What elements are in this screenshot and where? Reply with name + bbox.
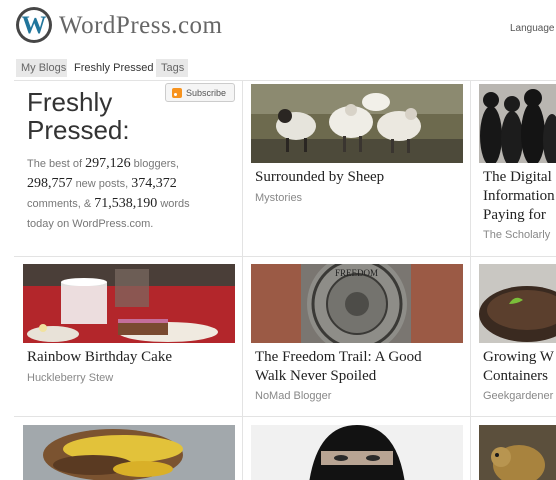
- post-thumbnail-cake[interactable]: [23, 264, 235, 343]
- tab-my-blogs[interactable]: My Blogs: [16, 59, 67, 77]
- post-blog-name[interactable]: Mystories: [255, 192, 302, 204]
- post-blog-name[interactable]: Huckleberry Stew: [27, 372, 113, 384]
- post-title[interactable]: Paying for: [483, 206, 546, 225]
- words-count: 71,538,190: [94, 196, 158, 211]
- post-thumbnail-freedom-trail[interactable]: FREEDOM: [251, 264, 463, 343]
- wordmark-text: WordPress.com: [59, 12, 223, 39]
- post-blog-name[interactable]: Geekgardener: [483, 390, 553, 402]
- freshly-pressed-intro: Freshly Pressed: Subscribe The best of 2…: [14, 80, 242, 256]
- grid-divider: [14, 256, 556, 257]
- post-card[interactable]: [479, 425, 556, 480]
- site-header: W WordPress.com Language: [0, 0, 556, 52]
- post-card[interactable]: [251, 425, 463, 480]
- posts-count: 298,757: [27, 176, 73, 191]
- tab-tags[interactable]: Tags: [156, 59, 188, 77]
- wordpress-logo-icon[interactable]: W: [16, 7, 52, 43]
- post-title[interactable]: Walk Never Spoiled: [255, 367, 376, 386]
- post-title[interactable]: Containers: [483, 367, 548, 386]
- post-card[interactable]: Growing W Containers Geekgardener: [479, 264, 556, 414]
- post-title[interactable]: The Freedom Trail: A Good: [255, 348, 422, 367]
- comments-label: comments, &: [27, 198, 92, 210]
- post-thumbnail-niqab[interactable]: [251, 425, 463, 480]
- tab-freshly-pressed[interactable]: Freshly Pressed: [69, 59, 154, 77]
- post-blog-name[interactable]: NoMad Blogger: [255, 390, 331, 402]
- stats-text: The best of 297,126 bloggers, 298,757 ne…: [27, 154, 232, 234]
- post-thumbnail-seedling[interactable]: [479, 264, 556, 343]
- svg-text:FREEDOM: FREEDOM: [335, 268, 378, 278]
- rss-icon: [172, 88, 182, 98]
- bloggers-label: bloggers,: [133, 158, 179, 170]
- post-thumbnail-silhouettes[interactable]: [479, 84, 556, 163]
- post-card[interactable]: [23, 425, 235, 480]
- posts-label: new posts,: [75, 178, 129, 190]
- stats-suffix: today on WordPress.com.: [27, 218, 154, 230]
- wordpress-wordmark[interactable]: WordPress.com: [59, 9, 235, 39]
- post-card[interactable]: Surrounded by Sheep Mystories: [251, 84, 463, 254]
- post-thumbnail-burger[interactable]: [23, 425, 235, 480]
- post-title[interactable]: Surrounded by Sheep: [255, 168, 384, 187]
- page-title: Freshly Pressed:: [27, 87, 130, 145]
- post-title[interactable]: Growing W: [483, 348, 554, 367]
- subscribe-button[interactable]: Subscribe: [165, 83, 235, 102]
- grid-divider: [242, 80, 243, 480]
- post-card[interactable]: FREEDOM The Freedom Trail: A Good Walk N…: [251, 264, 463, 414]
- post-thumbnail-squirrel[interactable]: [479, 425, 556, 480]
- post-thumbnail-sheep[interactable]: [251, 84, 463, 163]
- post-card[interactable]: Rainbow Birthday Cake Huckleberry Stew: [23, 264, 235, 414]
- grid-divider: [14, 416, 556, 417]
- post-title[interactable]: The Digital: [483, 168, 552, 187]
- post-title[interactable]: Rainbow Birthday Cake: [27, 348, 172, 367]
- post-title[interactable]: Information: [483, 187, 555, 206]
- post-blog-name[interactable]: The Scholarly: [483, 229, 550, 241]
- comments-count: 374,372: [131, 176, 177, 191]
- language-link[interactable]: Language: [510, 23, 555, 34]
- bloggers-count: 297,126: [85, 156, 131, 171]
- grid-divider: [470, 80, 471, 480]
- post-card[interactable]: The Digital Information Paying for The S…: [479, 84, 556, 254]
- subscribe-label: Subscribe: [186, 88, 227, 98]
- stats-prefix: The best of: [27, 158, 83, 170]
- words-label: words: [160, 198, 190, 210]
